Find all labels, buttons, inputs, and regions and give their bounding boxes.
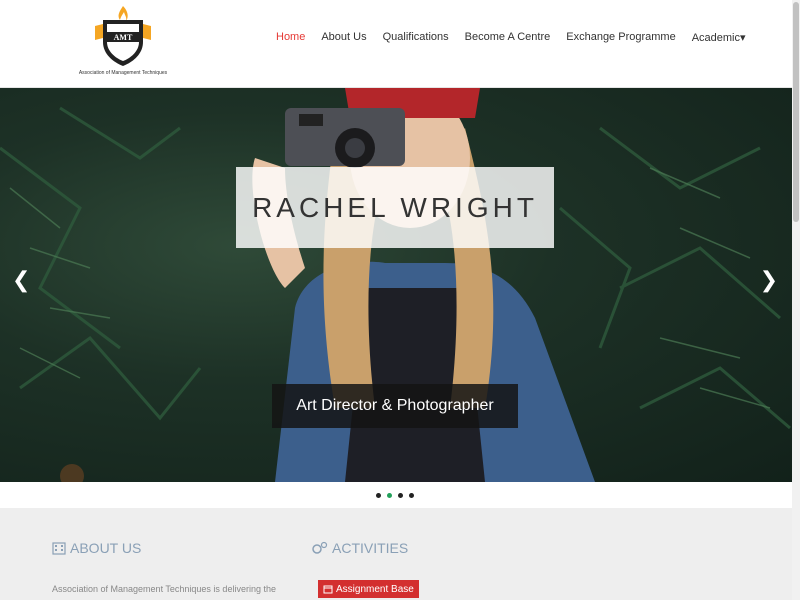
carousel-indicators (376, 493, 414, 498)
indicator-dot[interactable] (398, 493, 403, 498)
nav-home[interactable]: Home (276, 31, 305, 44)
calendar-icon (323, 585, 333, 594)
amt-logo[interactable]: AMT Association of Management Techniques (68, 4, 178, 82)
nav-become-a-centre[interactable]: Become A Centre (465, 31, 551, 44)
nav-about-us[interactable]: About Us (321, 31, 366, 44)
page-scrollbar[interactable] (792, 0, 800, 600)
activities-label: ACTIVITIES (332, 540, 409, 556)
assignment-base-button[interactable]: Assignment Base (318, 580, 419, 598)
about-us-heading: ABOUT US (52, 540, 141, 556)
shield-logo-icon: AMT (95, 6, 151, 66)
nav-exchange-programme[interactable]: Exchange Programme (566, 31, 675, 44)
chevron-right-icon[interactable]: ❯ (760, 268, 778, 293)
nav-academic-dropdown[interactable]: Academic▾ (692, 31, 746, 44)
indicator-dot-active[interactable] (387, 493, 392, 498)
hero-title: RACHEL WRIGHT (252, 191, 538, 223)
info-section: ABOUT US Association of Management Techn… (0, 508, 792, 600)
activities-heading: ACTIVITIES (312, 540, 408, 556)
indicator-dot[interactable] (409, 493, 414, 498)
hero-subtitle-box: Art Director & Photographer (272, 384, 518, 428)
logo-tagline: Association of Management Techniques (78, 70, 168, 76)
main-nav: Home About Us Qualifications Become A Ce… (276, 31, 762, 44)
about-us-label: ABOUT US (70, 540, 142, 556)
svg-text:AMT: AMT (114, 33, 133, 42)
assignment-base-label: Assignment Base (336, 583, 414, 595)
site-header: AMT Association of Management Techniques… (0, 0, 800, 88)
scrollbar-thumb[interactable] (793, 2, 799, 222)
about-us-text: Association of Management Techniques is … (52, 584, 276, 594)
building-icon (52, 542, 66, 555)
hero-subtitle: Art Director & Photographer (296, 397, 494, 414)
gears-icon (312, 541, 328, 554)
indicator-dot[interactable] (376, 493, 381, 498)
hero-title-box: RACHEL WRIGHT (236, 167, 554, 248)
chevron-left-icon[interactable]: ❮ (12, 268, 30, 293)
nav-qualifications[interactable]: Qualifications (383, 31, 449, 44)
hero-carousel: RACHEL WRIGHT Art Director & Photographe… (0, 88, 792, 482)
